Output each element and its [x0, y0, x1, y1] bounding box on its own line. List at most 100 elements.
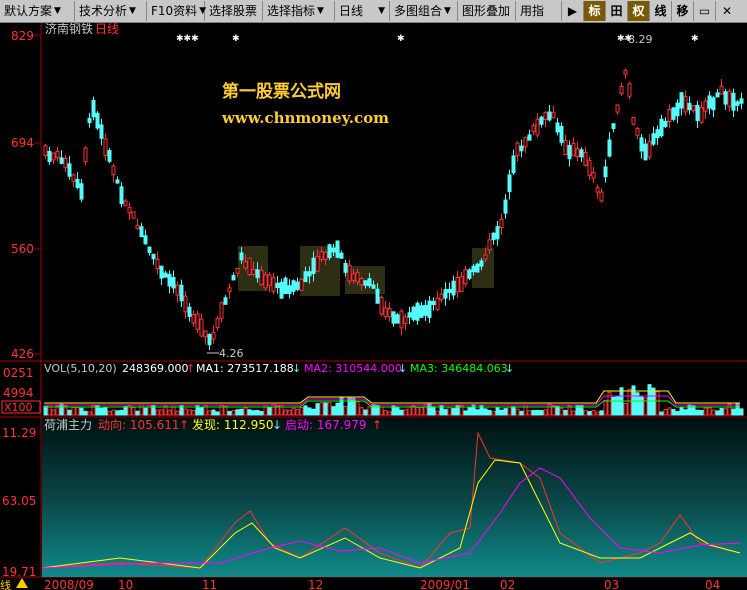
candle-body — [571, 142, 576, 157]
candle-body — [199, 318, 204, 337]
candle-body — [411, 306, 416, 320]
candle-body — [75, 179, 80, 188]
candle-body — [719, 85, 724, 95]
volume-bar — [155, 409, 160, 416]
volume-bar — [531, 410, 536, 416]
candle-body — [699, 106, 704, 123]
crosshair-icon: 田 — [610, 4, 623, 18]
candle-body — [327, 244, 332, 259]
play-button[interactable]: ▶ — [562, 1, 584, 21]
volume-bar — [515, 408, 520, 416]
volume-ma1: MA1: 273517.188 — [196, 362, 294, 375]
candle-body — [99, 124, 104, 139]
volume-bar — [211, 409, 216, 416]
volume-bar — [671, 409, 676, 416]
overlay-button[interactable]: 图形叠加 — [458, 1, 516, 21]
volume-bar — [315, 403, 320, 416]
select-stock-button[interactable]: 选择股票 — [205, 1, 263, 21]
volume-axis-mid: 4994 — [3, 386, 34, 400]
candle-body — [279, 281, 284, 299]
candle-body — [227, 287, 232, 293]
candle-body — [387, 307, 392, 318]
candle-body — [443, 289, 448, 299]
multi-chart-label: 多图组合 — [394, 4, 443, 18]
candle-body — [275, 282, 280, 289]
candle-body — [339, 252, 344, 259]
line-button[interactable]: 线 — [650, 1, 672, 21]
watermark-url: www.chnmoney.com — [221, 109, 389, 127]
candle-body — [295, 281, 300, 290]
price-tick-426: 426 — [11, 347, 34, 361]
candle-body — [635, 127, 640, 136]
dropdown-arrow-icon: ▼ — [378, 6, 385, 16]
mark-button[interactable]: 标 — [584, 1, 606, 21]
candle-body — [515, 142, 520, 156]
candle-body — [335, 240, 340, 258]
candle-body — [151, 253, 156, 260]
volume-bar — [451, 408, 456, 416]
volume-bar — [631, 385, 636, 416]
volume-bar — [255, 409, 260, 416]
candle-body — [587, 159, 592, 176]
candle-body — [431, 300, 436, 306]
indicator-axis-mid: 63.05 — [2, 494, 36, 508]
window-button[interactable]: ▭ — [694, 1, 716, 21]
use-indicator-button[interactable]: 用指 — [516, 1, 562, 21]
candle-body — [139, 226, 144, 238]
volume-bar — [339, 396, 344, 416]
volume-bar — [415, 406, 420, 416]
date-label: 2009/01 — [420, 578, 470, 590]
volume-bar — [51, 409, 56, 416]
volume-bar — [303, 405, 308, 416]
candle-body — [71, 174, 76, 182]
volume-bar — [431, 406, 436, 416]
candle-body — [283, 277, 288, 295]
volume-bar — [559, 407, 564, 416]
candle-body — [495, 226, 500, 240]
volume-bar — [159, 409, 164, 416]
f10-menu[interactable]: F10资料 ▼ — [147, 1, 206, 21]
candle-body — [299, 278, 304, 292]
volume-bar — [627, 388, 632, 416]
candle-body — [491, 232, 496, 241]
candle-body — [423, 304, 428, 316]
candle-body — [615, 104, 620, 113]
signal-marker: ✱ — [691, 34, 699, 44]
crosshair-button[interactable]: 田 — [606, 1, 628, 21]
signal-marker: ✱ — [232, 34, 240, 44]
candle-body — [415, 302, 420, 321]
candle-body — [679, 92, 684, 109]
volume-bar — [707, 407, 712, 416]
scheme-menu[interactable]: 默认方案 ▼ — [0, 1, 75, 21]
move-button[interactable]: 移 — [672, 1, 694, 21]
volume-bar — [111, 409, 116, 416]
volume-bar — [503, 408, 508, 416]
stock-chart[interactable]: 829 694 560 426 济南钢铁 日线 第一股票公式网 www.chnm… — [0, 23, 747, 590]
volume-bar — [187, 409, 192, 416]
period-menu[interactable]: 日线 ▼ — [335, 1, 390, 21]
candle-body — [667, 109, 672, 123]
candle-body — [559, 126, 564, 143]
volume-bar — [639, 396, 644, 416]
candle-body — [483, 254, 488, 260]
candle-body — [631, 117, 636, 125]
candle-body — [291, 280, 296, 292]
tech-analysis-menu[interactable]: 技术分析 ▼ — [75, 1, 147, 21]
close-button[interactable]: ✕ — [716, 1, 738, 21]
weight-button[interactable]: 权 — [628, 1, 650, 21]
volume-bar — [679, 407, 684, 416]
candle-body — [43, 145, 48, 157]
candle-body — [239, 252, 244, 261]
candle-body — [435, 297, 440, 310]
volume-bar — [299, 407, 304, 416]
multi-chart-menu[interactable]: 多图组合 ▼ — [390, 1, 458, 21]
candle-body — [391, 311, 396, 324]
candle-body — [311, 257, 316, 274]
volume-bar — [711, 409, 716, 416]
volume-bar — [651, 387, 656, 416]
volume-bar — [611, 396, 616, 416]
select-indicator-menu[interactable]: 选择指标 ▼ — [263, 1, 335, 21]
candle-body — [455, 277, 460, 293]
candle-body — [107, 150, 112, 162]
volume-bar — [427, 403, 432, 416]
